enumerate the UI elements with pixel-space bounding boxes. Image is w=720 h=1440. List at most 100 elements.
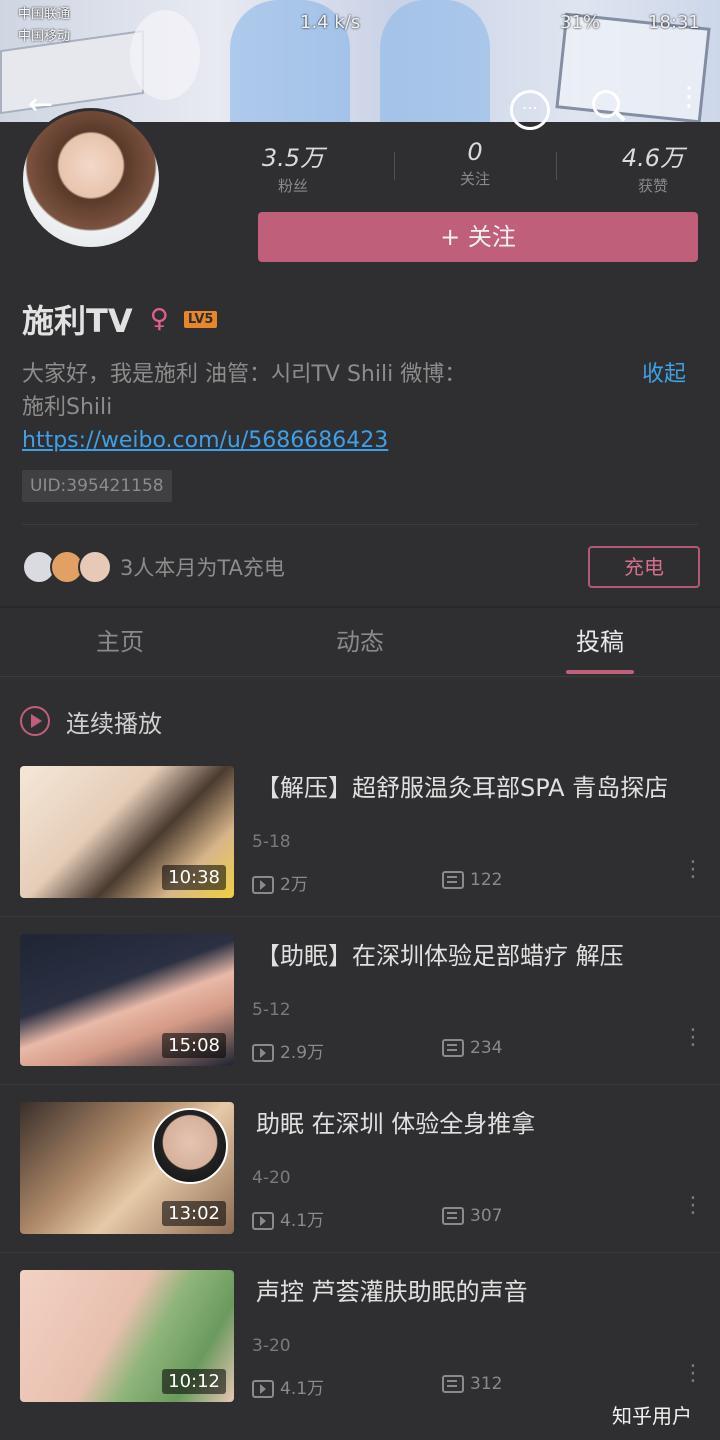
charger-avatar[interactable]	[78, 550, 112, 584]
tab-uploads[interactable]: 投稿	[540, 622, 660, 657]
video-duration: 15:08	[162, 1033, 226, 1058]
carrier-info: 中国联通 中国移动	[18, 4, 70, 48]
danmaku-icon	[442, 1207, 464, 1225]
divider	[0, 676, 720, 677]
vertical-dots-icon: ⋮	[676, 82, 702, 112]
face-inset-image	[152, 1108, 228, 1184]
video-more-button[interactable]: ⋮	[682, 1363, 704, 1385]
view-count: 4.1万	[280, 1379, 325, 1399]
female-gender-icon: ♀	[149, 304, 169, 334]
stat-divider	[394, 152, 395, 180]
stat-label: 粉丝	[277, 177, 308, 195]
divider	[0, 1252, 720, 1253]
stat-divider	[556, 152, 557, 180]
video-date: 3-20	[252, 1336, 291, 1356]
level-badge: LV5	[183, 310, 218, 328]
play-count-icon	[252, 876, 274, 894]
video-duration: 10:38	[162, 865, 226, 890]
more-options-button[interactable]: ⋯	[510, 90, 550, 130]
stat-following[interactable]: 0 关注	[410, 138, 540, 189]
video-thumbnail[interactable]: 13:02	[20, 1102, 234, 1234]
battery-level: 31%	[560, 12, 601, 33]
profile-tabs: 主页 动态 投稿	[0, 608, 720, 676]
danmaku-count: 307	[470, 1206, 503, 1226]
stat-value: 3.5万	[261, 144, 325, 172]
play-count-icon	[252, 1044, 274, 1062]
video-views: 4.1万	[252, 1374, 324, 1399]
video-title[interactable]: 助眠 在深圳 体验全身推拿	[256, 1106, 696, 1142]
autoplay-label: 连续播放	[66, 710, 162, 738]
video-list-item[interactable]: 13:02 助眠 在深圳 体验全身推拿 4-20 4.1万 307 ⋮	[0, 1102, 720, 1270]
video-list-item[interactable]: 10:38 【解压】超舒服温灸耳部SPA 青岛探店 5-18 2万 122 ⋮	[0, 766, 720, 934]
danmaku-count: 234	[470, 1038, 503, 1058]
bio-line-2: 施利Shili	[22, 395, 113, 420]
danmaku-icon	[442, 871, 464, 889]
video-views: 2万	[252, 870, 308, 895]
carrier-1: 中国联通	[18, 7, 71, 22]
name-row: 施利TV ♀ LV5	[22, 296, 218, 340]
video-thumbnail[interactable]: 15:08	[20, 934, 234, 1066]
video-more-button[interactable]: ⋮	[682, 1195, 704, 1217]
danmaku-icon	[442, 1039, 464, 1057]
stat-likes[interactable]: 4.6万 获赞	[588, 138, 718, 196]
follow-button[interactable]: + 关注	[258, 212, 698, 262]
video-danmaku: 307	[442, 1206, 502, 1226]
stat-label: 关注	[459, 170, 490, 188]
network-speed: 1.4 k/s	[300, 12, 361, 33]
video-thumbnail[interactable]: 10:38	[20, 766, 234, 898]
charge-summary: 3人本月为TA充电	[120, 556, 285, 580]
video-title[interactable]: 【解压】超舒服温灸耳部SPA 青岛探店	[256, 770, 696, 806]
carrier-2: 中国移动	[18, 29, 71, 44]
danmaku-icon	[442, 1375, 464, 1393]
bio-line-1: 大家好，我是施利 油管：시리TV Shili 微博：	[22, 362, 467, 387]
status-bar: 中国联通 中国移动 1.4 k/s 31% 18:31	[0, 0, 720, 50]
stat-fans[interactable]: 3.5万 粉丝	[228, 138, 358, 196]
collapse-bio-link[interactable]: 收起	[642, 358, 686, 391]
overflow-menu-button[interactable]: ⋮	[676, 84, 702, 124]
charge-button[interactable]: 充电	[588, 546, 700, 588]
divider	[0, 916, 720, 917]
search-icon-handle	[614, 110, 626, 122]
view-count: 4.1万	[280, 1211, 325, 1231]
video-date: 5-18	[252, 832, 291, 852]
danmaku-count: 122	[470, 870, 503, 890]
view-count: 2.9万	[280, 1043, 325, 1063]
tab-dynamics[interactable]: 动态	[300, 622, 420, 657]
video-list-item[interactable]: 15:08 【助眠】在深圳体验足部蜡疗 解压 5-12 2.9万 234 ⋮	[0, 934, 720, 1102]
video-title[interactable]: 声控 芦荟灌肤助眠的声音	[256, 1274, 696, 1310]
uid-tag: UID:395421158	[22, 470, 172, 502]
video-thumbnail[interactable]: 10:12	[20, 1270, 234, 1402]
charge-row: 3人本月为TA充电 充电	[22, 546, 700, 590]
danmaku-count: 312	[470, 1374, 503, 1394]
divider	[22, 524, 698, 525]
divider	[0, 1084, 720, 1085]
video-duration: 10:12	[162, 1369, 226, 1394]
watermark: 知乎用户	[612, 1404, 692, 1428]
video-danmaku: 122	[442, 870, 502, 890]
play-count-icon	[252, 1380, 274, 1398]
clock: 18:31	[648, 12, 700, 33]
video-danmaku: 312	[442, 1374, 502, 1394]
profile-stats: 3.5万 粉丝 0 关注 4.6万 获赞	[258, 138, 698, 198]
avatar[interactable]	[20, 108, 162, 250]
stat-value: 0	[467, 138, 483, 166]
stat-value: 4.6万	[621, 144, 685, 172]
video-views: 4.1万	[252, 1206, 324, 1231]
video-danmaku: 234	[442, 1038, 502, 1058]
arrow-left-icon: ←	[28, 87, 54, 122]
view-count: 2万	[280, 875, 308, 895]
stat-label: 获赞	[637, 177, 668, 195]
video-views: 2.9万	[252, 1038, 324, 1063]
user-name: 施利TV	[22, 302, 133, 340]
user-bio: 大家好，我是施利 油管：시리TV Shili 微博： 施利Shili	[22, 358, 622, 424]
video-date: 4-20	[252, 1168, 291, 1188]
play-circle-icon	[20, 706, 50, 736]
video-date: 5-12	[252, 1000, 291, 1020]
video-more-button[interactable]: ⋮	[682, 859, 704, 881]
ellipsis-circle-icon: ⋯	[522, 98, 538, 117]
bio-weibo-link[interactable]: https://weibo.com/u/5686686423	[22, 424, 388, 457]
video-more-button[interactable]: ⋮	[682, 1027, 704, 1049]
tab-home[interactable]: 主页	[60, 622, 180, 657]
search-button[interactable]	[592, 90, 628, 126]
video-title[interactable]: 【助眠】在深圳体验足部蜡疗 解压	[256, 938, 696, 974]
